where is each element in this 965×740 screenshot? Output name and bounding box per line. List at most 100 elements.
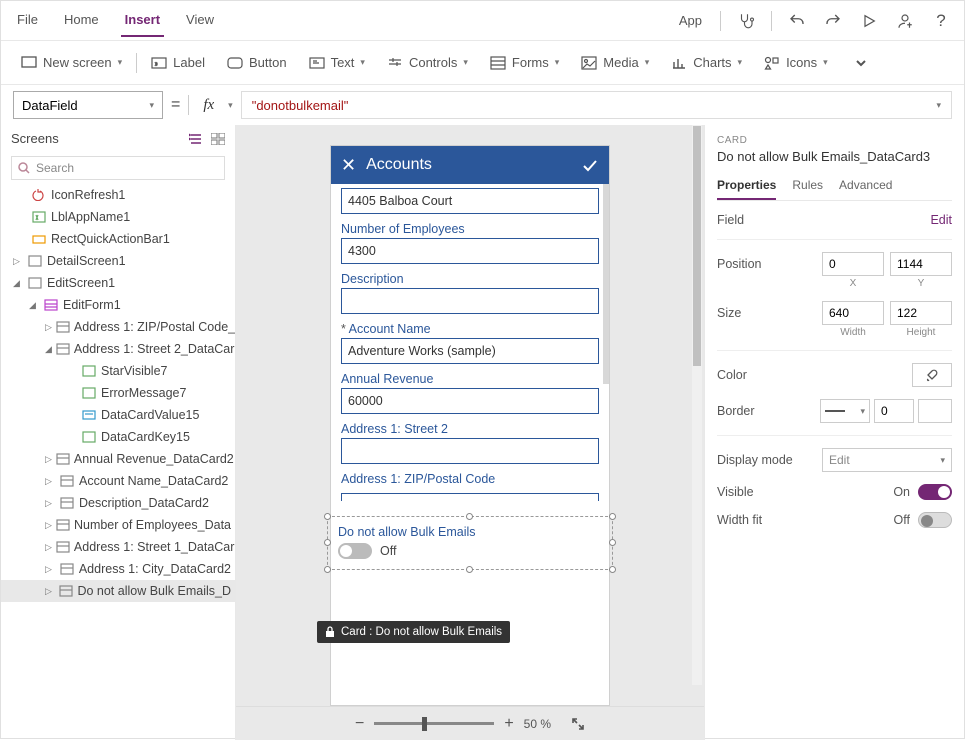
icons-button[interactable]: Icons ▾: [756, 49, 836, 77]
tab-properties[interactable]: Properties: [717, 172, 776, 200]
donot-label: Do not allow Bulk Emails: [338, 525, 602, 539]
border-style-select[interactable]: ▾: [820, 399, 870, 423]
address1-input[interactable]: [341, 188, 599, 214]
canvas-scrollbar[interactable]: [692, 125, 702, 685]
color-swatch[interactable]: [912, 363, 952, 387]
property-select[interactable]: DataField ▾: [13, 91, 163, 119]
redo-icon[interactable]: [822, 10, 844, 32]
tree-item-street2[interactable]: ◢Address 1: Street 2_DataCar: [1, 338, 235, 360]
zoom-in-button[interactable]: +: [504, 715, 513, 733]
pos-y-input[interactable]: [890, 252, 952, 276]
charts-button[interactable]: Charts ▾: [663, 49, 750, 77]
tree-item-lblappname[interactable]: LblAppName1: [1, 206, 235, 228]
accountname-input[interactable]: [341, 338, 599, 364]
charts-icon: [671, 55, 687, 71]
tab-advanced[interactable]: Advanced: [839, 172, 892, 200]
edit-field-link[interactable]: Edit: [930, 213, 952, 227]
screens-title: Screens: [11, 131, 59, 146]
fx-icon[interactable]: fx: [197, 97, 220, 114]
stethoscope-icon[interactable]: [735, 10, 757, 32]
tree-item-iconrefresh[interactable]: IconRefresh1: [1, 184, 235, 206]
canvas-panel: ✕ Accounts Number of Employees Descripti…: [236, 125, 704, 740]
tree-item-rectquickactionbar[interactable]: RectQuickActionBar1: [1, 228, 235, 250]
media-icon: [581, 55, 597, 71]
forms-button[interactable]: Forms ▾: [482, 49, 567, 77]
border-color-swatch[interactable]: [918, 399, 952, 423]
zoom-out-button[interactable]: −: [355, 715, 364, 733]
numemp-input[interactable]: [341, 238, 599, 264]
width-input[interactable]: [822, 301, 884, 325]
tree-item-datacardvalue[interactable]: DataCardValue15: [1, 404, 235, 426]
tree-item-numberemployees[interactable]: ▷Number of Employees_Data: [1, 514, 235, 536]
phone-scrollbar[interactable]: [603, 184, 609, 384]
chevron-down-icon: ▾: [555, 57, 560, 68]
pos-x-input[interactable]: [822, 252, 884, 276]
chevron-down-icon: ▾: [118, 57, 123, 68]
search-input[interactable]: Search: [11, 156, 225, 180]
chevron-down-icon: ▾: [463, 57, 468, 68]
tree-item-accountname[interactable]: ▷Account Name_DataCard2: [1, 470, 235, 492]
text-icon: [309, 55, 325, 71]
tab-rules[interactable]: Rules: [792, 172, 823, 200]
tree-item-donotallow[interactable]: ▷Do not allow Bulk Emails_D: [1, 580, 235, 602]
tree-item-errormessage[interactable]: ErrorMessage7: [1, 382, 235, 404]
close-icon[interactable]: ✕: [341, 155, 356, 176]
menu-home[interactable]: Home: [60, 4, 103, 37]
donot-toggle[interactable]: Off: [338, 543, 602, 559]
help-icon[interactable]: ?: [930, 10, 952, 32]
tree-item-editform[interactable]: ◢EditForm1: [1, 294, 235, 316]
button-text: Button: [249, 55, 287, 70]
height-input[interactable]: [890, 301, 952, 325]
divider: [188, 95, 189, 115]
menu-file[interactable]: File: [13, 4, 42, 37]
check-icon[interactable]: [581, 156, 599, 174]
controls-button[interactable]: Controls ▾: [379, 49, 476, 77]
annualrev-input[interactable]: [341, 388, 599, 414]
text-label: Text: [331, 55, 355, 70]
fit-to-screen-icon[interactable]: [571, 717, 585, 731]
menu-app[interactable]: App: [675, 5, 706, 36]
tree-list-icon[interactable]: [189, 133, 203, 145]
tree-item-description[interactable]: ▷Description_DataCard2: [1, 492, 235, 514]
formula-input[interactable]: "donotbulkemail" ▾: [241, 91, 952, 119]
button-button[interactable]: Button: [219, 49, 295, 77]
media-button[interactable]: Media ▾: [573, 49, 657, 77]
share-icon[interactable]: [894, 10, 916, 32]
desc-label: Description: [341, 272, 599, 286]
zoom-slider[interactable]: [374, 722, 494, 725]
accountname-label: * Account Name: [341, 322, 599, 336]
tree-item-annualrevenue[interactable]: ▷Annual Revenue_DataCard2: [1, 448, 235, 470]
zoom-percent: 50 %: [524, 717, 551, 731]
visible-toggle[interactable]: [918, 484, 952, 500]
menu-view[interactable]: View: [182, 4, 218, 37]
tree-item-datacardkey[interactable]: DataCardKey15: [1, 426, 235, 448]
chevron-down-icon: ▾: [823, 57, 828, 68]
card-type: CARD: [717, 135, 952, 146]
search-icon: [18, 162, 30, 174]
phone-preview[interactable]: ✕ Accounts Number of Employees Descripti…: [330, 145, 610, 706]
tree-grid-icon[interactable]: [211, 133, 225, 145]
tree-item-starvisible[interactable]: StarVisible7: [1, 360, 235, 382]
more-chevron-icon[interactable]: [850, 52, 872, 74]
tree-item-city[interactable]: ▷Address 1: City_DataCard2: [1, 558, 235, 580]
chevron-down-icon[interactable]: ▾: [228, 100, 233, 111]
undo-icon[interactable]: [786, 10, 808, 32]
tree-item-zip[interactable]: ▷Address 1: ZIP/Postal Code_: [1, 316, 235, 338]
selected-card[interactable]: Do not allow Bulk Emails Off: [327, 516, 613, 570]
tree-item-street1[interactable]: ▷Address 1: Street 1_DataCar: [1, 536, 235, 558]
chevron-down-icon: ▾: [149, 100, 154, 111]
zip-input[interactable]: [341, 493, 599, 501]
border-width-input[interactable]: [874, 399, 914, 423]
widthfit-toggle[interactable]: [918, 512, 952, 528]
tree-item-detailscreen[interactable]: ▷DetailScreen1: [1, 250, 235, 272]
play-icon[interactable]: [858, 10, 880, 32]
tree-item-editscreen[interactable]: ◢EditScreen1: [1, 272, 235, 294]
label-button[interactable]: Label: [143, 49, 213, 77]
text-button[interactable]: Text ▾: [301, 49, 373, 77]
displaymode-select[interactable]: Edit▾: [822, 448, 952, 472]
menu-insert[interactable]: Insert: [121, 4, 164, 37]
desc-input[interactable]: [341, 288, 599, 314]
new-screen-button[interactable]: New screen ▾: [13, 49, 130, 77]
y-caption: Y: [890, 278, 952, 289]
street2-input[interactable]: [341, 438, 599, 464]
